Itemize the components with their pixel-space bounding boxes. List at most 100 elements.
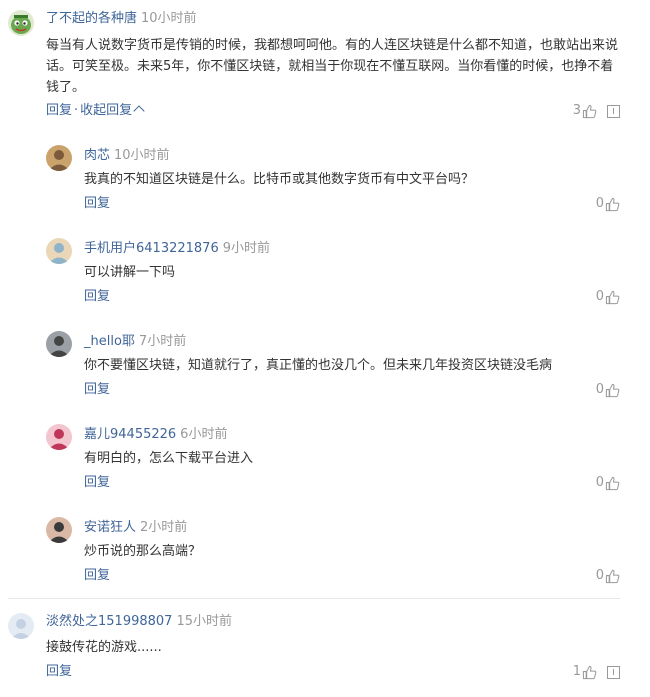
like-button[interactable]: 3	[573, 103, 597, 119]
reply-actions: 回复	[84, 289, 110, 305]
timestamp: 2小时前	[140, 520, 188, 535]
comment-meta: 淡然处之151998807 15小时前	[46, 614, 232, 630]
collapse-replies-button[interactable]: 收起回复	[80, 103, 145, 118]
chevron-up-icon	[133, 105, 145, 117]
reply-button[interactable]: 回复	[46, 103, 72, 118]
like-area: 0	[596, 475, 620, 491]
reply-item: 手机用户6413221876 9小时前 可以讲解一下吗 回复 0	[0, 235, 650, 315]
thumbs-up-icon	[605, 476, 620, 490]
like-button[interactable]: 0	[596, 382, 620, 398]
timestamp: 9小时前	[222, 241, 270, 256]
like-count: 0	[595, 196, 604, 211]
comment-actions: 回复 · 收起回复	[46, 103, 145, 119]
avatar[interactable]	[8, 10, 34, 36]
reply-item: 嘉儿94455226 6小时前有明白的，怎么下载平台进入 回复 0	[0, 421, 650, 501]
like-button[interactable]: 0	[596, 289, 620, 305]
report-icon[interactable]	[607, 104, 620, 118]
reply-button[interactable]: 回复	[46, 664, 72, 679]
reply-text: 可以讲解一下吗	[84, 265, 176, 280]
reply-text: 炒币说的那么高端？	[84, 544, 202, 559]
avatar[interactable]	[46, 145, 72, 171]
reply-item: 安诺狂人 2小时前炒币说的那么高端？ 回复 0	[0, 514, 650, 594]
like-count: 3	[572, 103, 581, 118]
username[interactable]: 了不起的各种唐	[46, 11, 137, 26]
reply-button[interactable]: 回复	[84, 382, 110, 397]
timestamp: 7小时前	[138, 334, 187, 349]
like-area: 0	[596, 568, 620, 584]
like-button[interactable]: 0	[596, 475, 620, 491]
default-avatar-icon	[8, 613, 34, 639]
reply-actions: 回复	[84, 475, 110, 491]
reply-meta: 安诺狂人 2小时前	[84, 520, 187, 536]
comment-item: 了不起的各种唐 10小时前 每当有人说数字货币是传销的时候，我都想呵呵他。有的人连…	[0, 0, 650, 130]
reply-meta: 肉芯 10小时前	[84, 148, 170, 164]
reply-meta: _hello耶 7小时前	[84, 334, 186, 350]
avatar[interactable]	[8, 613, 34, 639]
comment-actions: 回复	[46, 664, 72, 680]
username[interactable]: 安诺狂人	[84, 520, 136, 535]
username[interactable]: 手机用户6413221876	[84, 241, 219, 256]
like-area: 0	[596, 289, 620, 305]
like-count: 0	[595, 289, 604, 304]
photo-avatar-icon	[46, 517, 72, 543]
reply-actions: 回复	[84, 568, 110, 584]
separator: ·	[74, 103, 79, 118]
reply-text: 有明白的，怎么下载平台进入	[84, 451, 254, 466]
like-count: 1	[572, 664, 581, 679]
thumbs-up-icon	[605, 197, 620, 211]
timestamp: 15小时前	[176, 614, 232, 629]
comment-item: 淡然处之151998807 15小时前 接鼓传花的游戏...... 回复 1	[0, 605, 650, 695]
timestamp: 10小时前	[141, 11, 197, 26]
comment-text: 每当有人说数字货币是传销的时候，我都想呵呵他。有的人连区块链是什么都不知道，也敢…	[46, 35, 626, 98]
reply-button[interactable]: 回复	[84, 568, 110, 583]
reply-meta: 手机用户6413221876 9小时前	[84, 241, 270, 257]
avatar[interactable]	[46, 424, 72, 450]
username[interactable]: 淡然处之151998807	[46, 614, 172, 629]
thumbs-up-icon	[582, 104, 597, 118]
reply-actions: 回复	[84, 196, 110, 212]
like-area: 0	[596, 382, 620, 398]
photo-avatar-icon	[46, 238, 72, 264]
avatar[interactable]	[46, 331, 72, 357]
like-count: 0	[595, 568, 604, 583]
comment-text: 接鼓传花的游戏......	[46, 640, 162, 655]
reply-button[interactable]: 回复	[84, 475, 110, 490]
thumbs-up-icon	[605, 569, 620, 583]
report-icon[interactable]	[607, 665, 620, 679]
thumbs-up-icon	[605, 290, 620, 304]
like-count: 0	[595, 382, 604, 397]
comment-text-line: 钱了。	[46, 80, 86, 95]
timestamp: 10小时前	[114, 148, 170, 163]
collapse-replies-label: 收起回复	[80, 103, 133, 118]
timestamp: 6小时前	[180, 427, 228, 442]
comment-meta: 了不起的各种唐 10小时前	[46, 11, 197, 27]
like-area: 0	[596, 196, 620, 212]
username[interactable]: _hello耶	[84, 334, 135, 349]
reply-button[interactable]: 回复	[84, 196, 110, 211]
reply-meta: 嘉儿94455226 6小时前	[84, 427, 227, 443]
avatar[interactable]	[46, 238, 72, 264]
green-cartoon-avatar-icon	[8, 10, 34, 36]
reply-button[interactable]: 回复	[84, 289, 110, 304]
username[interactable]: 肉芯	[84, 148, 110, 163]
thumbs-up-icon	[582, 665, 597, 679]
reply-text: 我真的不知道区块链是什么。比特币或其他数字货币有中文平台吗？	[84, 172, 475, 187]
like-button[interactable]: 0	[596, 568, 620, 584]
reply-item: _hello耶 7小时前你不要懂区块链，知道就行了，真正懂的也没几个。但未来几年投…	[0, 328, 650, 408]
like-count: 0	[595, 475, 604, 490]
like-area: 1	[573, 664, 620, 680]
like-area: 3	[573, 103, 620, 119]
reply-actions: 回复	[84, 382, 110, 398]
like-button[interactable]: 1	[573, 664, 597, 680]
photo-avatar-icon	[46, 145, 72, 171]
photo-avatar-icon	[46, 331, 72, 357]
like-button[interactable]: 0	[596, 196, 620, 212]
avatar[interactable]	[46, 517, 72, 543]
thumbs-up-icon	[605, 383, 620, 397]
comment-text-line: 每当有人说数字货币是传销的时候，我都想呵呵他。有的人连区块链是什么都不知道，也敢…	[46, 38, 619, 53]
comment-text-line: 话。可笑至极。未来5年，你不懂区块链，就相当于你现在不懂互联网。当你看懂的时候，…	[46, 59, 614, 74]
photo-avatar-icon	[46, 424, 72, 450]
username[interactable]: 嘉儿94455226	[84, 427, 176, 442]
reply-item: 肉芯 10小时前我真的不知道区块链是什么。比特币或其他数字货币有中文平台吗？ 回复 0	[0, 142, 650, 222]
reply-text: 你不要懂区块链，知道就行了，真正懂的也没几个。但未来几年投资区块链没毛病	[84, 358, 553, 373]
